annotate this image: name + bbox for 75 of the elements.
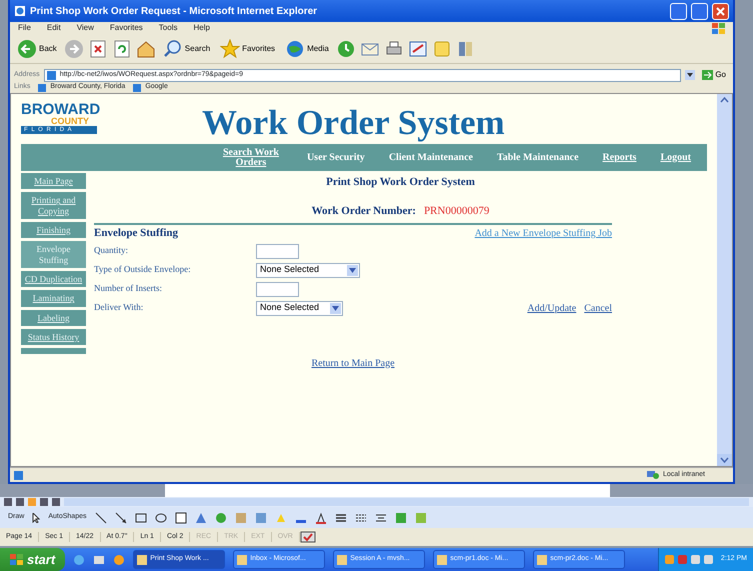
stop-icon[interactable]: [88, 38, 108, 58]
section-title: Envelope Stuffing: [94, 226, 178, 241]
scroll-down-icon[interactable]: [717, 454, 732, 466]
star-icon: [220, 38, 240, 58]
windows-logo-icon: [10, 554, 24, 566]
windows-logo-icon: [711, 22, 725, 34]
close-icon: [716, 6, 725, 16]
menu-item[interactable]: View: [76, 22, 94, 34]
sidebar-footer: [21, 348, 86, 354]
home-icon[interactable]: [136, 38, 156, 58]
arrow-icon: [702, 70, 714, 80]
search-icon: [162, 38, 183, 58]
font-color-icon[interactable]: [314, 512, 326, 524]
dropdown[interactable]: None Selected: [256, 300, 343, 316]
edit-icon[interactable]: [408, 38, 428, 58]
network-icon: [646, 470, 659, 480]
dropdown[interactable]: None Selected: [256, 262, 360, 278]
add-job-link[interactable]: Add a New Envelope Stuffing Job: [474, 226, 612, 241]
menu-item[interactable]: Help: [193, 22, 210, 34]
back-button[interactable]: Back: [14, 38, 60, 58]
window-icon: [437, 554, 448, 564]
horizontal-scrollbar[interactable]: [64, 498, 749, 506]
arrow-style-icon[interactable]: [374, 512, 386, 524]
scrollbar[interactable]: [717, 94, 732, 466]
order-number: PRN00000079: [424, 204, 490, 218]
window-title: Print Shop Work Order Request - Microsoft Internet Explorer: [30, 4, 318, 18]
minimize-button[interactable]: [670, 2, 687, 20]
text-field[interactable]: [256, 244, 299, 258]
note-icon[interactable]: [432, 38, 452, 58]
arrow-icon[interactable]: [114, 512, 126, 524]
window-icon: [137, 554, 148, 564]
page-heading: Work Order System: [202, 104, 505, 140]
page-title: Print Shop Work Order System: [325, 175, 476, 190]
page-icon: [133, 84, 142, 92]
search-button[interactable]: Search: [160, 38, 214, 58]
caret-icon: [349, 268, 356, 272]
oval-icon[interactable]: [154, 512, 166, 524]
page-icon: [14, 470, 23, 480]
dropdown-icon[interactable]: [685, 70, 696, 80]
field-label: Type of Outside Envelope:: [94, 263, 192, 276]
clock-icon[interactable]: [336, 38, 356, 58]
close-button[interactable]: [712, 2, 729, 20]
window-icon: [237, 554, 248, 564]
window-icon: [537, 554, 548, 564]
field-label: Deliver With:: [94, 301, 144, 314]
menu-item[interactable]: Edit: [46, 22, 61, 34]
action-link[interactable]: Add/Update: [527, 300, 576, 316]
refresh-icon[interactable]: [112, 38, 132, 58]
menu-item[interactable]: File: [18, 22, 31, 34]
logo-text: COUNTY: [50, 117, 90, 126]
logo-text: BROWARD: [21, 102, 100, 117]
rectangle-icon[interactable]: [134, 512, 146, 524]
action-link[interactable]: Cancel: [584, 300, 612, 316]
caret-icon: [332, 306, 339, 310]
dash-style-icon[interactable]: [354, 512, 366, 524]
globe-icon: [285, 38, 306, 58]
textbox-icon[interactable]: [174, 512, 186, 524]
back-icon: [17, 38, 37, 58]
favorites-button[interactable]: Favorites: [217, 38, 278, 58]
media-button[interactable]: Media: [282, 38, 332, 58]
spelling-icon: [300, 531, 316, 543]
go-button[interactable]: Go: [699, 69, 729, 81]
field-label: Quantity:: [94, 244, 129, 258]
window-icon: [337, 554, 348, 564]
line-icon[interactable]: [94, 512, 106, 524]
field-label: Number of Inserts:: [94, 282, 163, 296]
return-link[interactable]: Return to Main Page: [311, 358, 395, 368]
maximize-button[interactable]: [691, 2, 708, 20]
start-button[interactable]: start: [0, 548, 66, 571]
line-style-icon[interactable]: [334, 512, 346, 524]
menu-item[interactable]: Favorites: [110, 22, 143, 34]
order-label: Work Order Number:: [312, 204, 416, 218]
pointer-icon[interactable]: [32, 512, 40, 522]
menu-item[interactable]: Tools: [158, 22, 178, 34]
text-field[interactable]: [256, 282, 299, 296]
